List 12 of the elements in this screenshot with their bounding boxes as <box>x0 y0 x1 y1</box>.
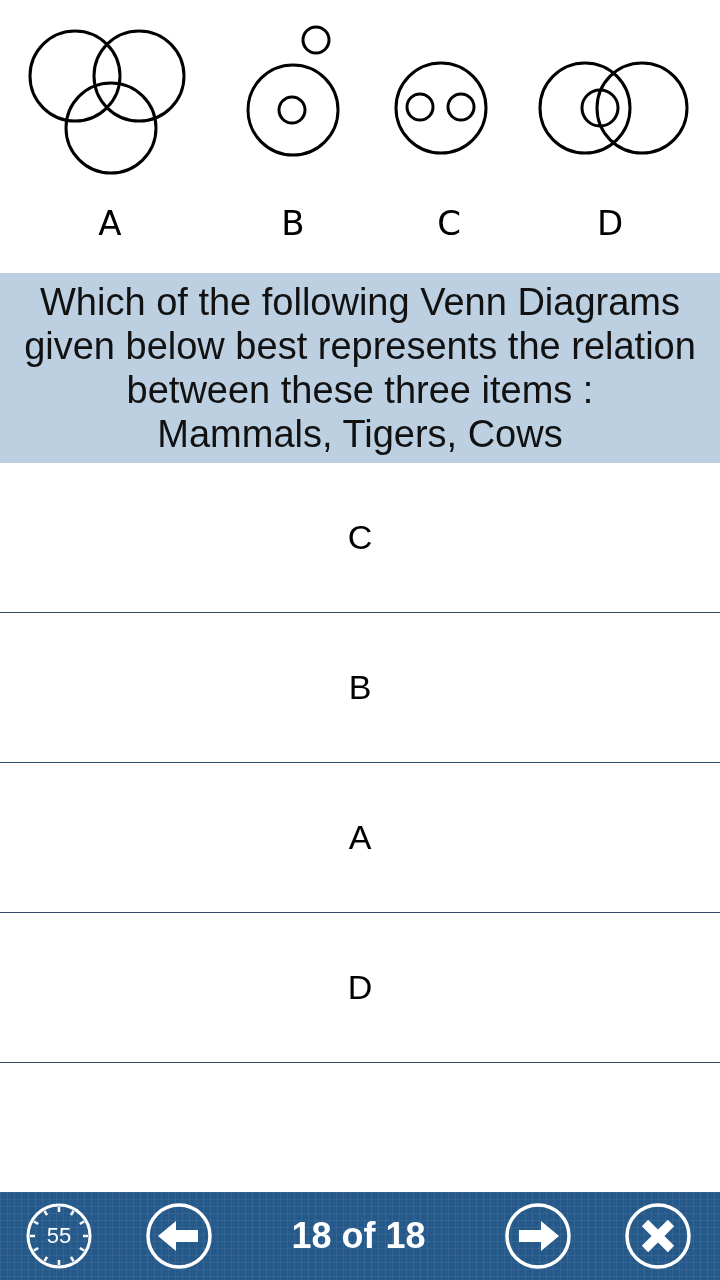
close-button[interactable] <box>625 1203 691 1269</box>
close-icon <box>625 1203 691 1269</box>
previous-button[interactable] <box>146 1203 212 1269</box>
diagram-label: D <box>596 203 624 243</box>
diagram-label: A <box>98 203 122 243</box>
diagram-label: C <box>437 203 461 243</box>
next-button[interactable] <box>505 1203 571 1269</box>
timer-dial-icon <box>26 1203 92 1269</box>
diagram-label: B <box>281 203 305 243</box>
timer-count: 55 <box>46 1224 72 1248</box>
question-counter: 18 of 18 <box>291 1215 426 1257</box>
question-text: Which of the following Venn Diagrams given below best represents the relation between these three items : Mammals, Tigers, Cows <box>0 273 720 463</box>
